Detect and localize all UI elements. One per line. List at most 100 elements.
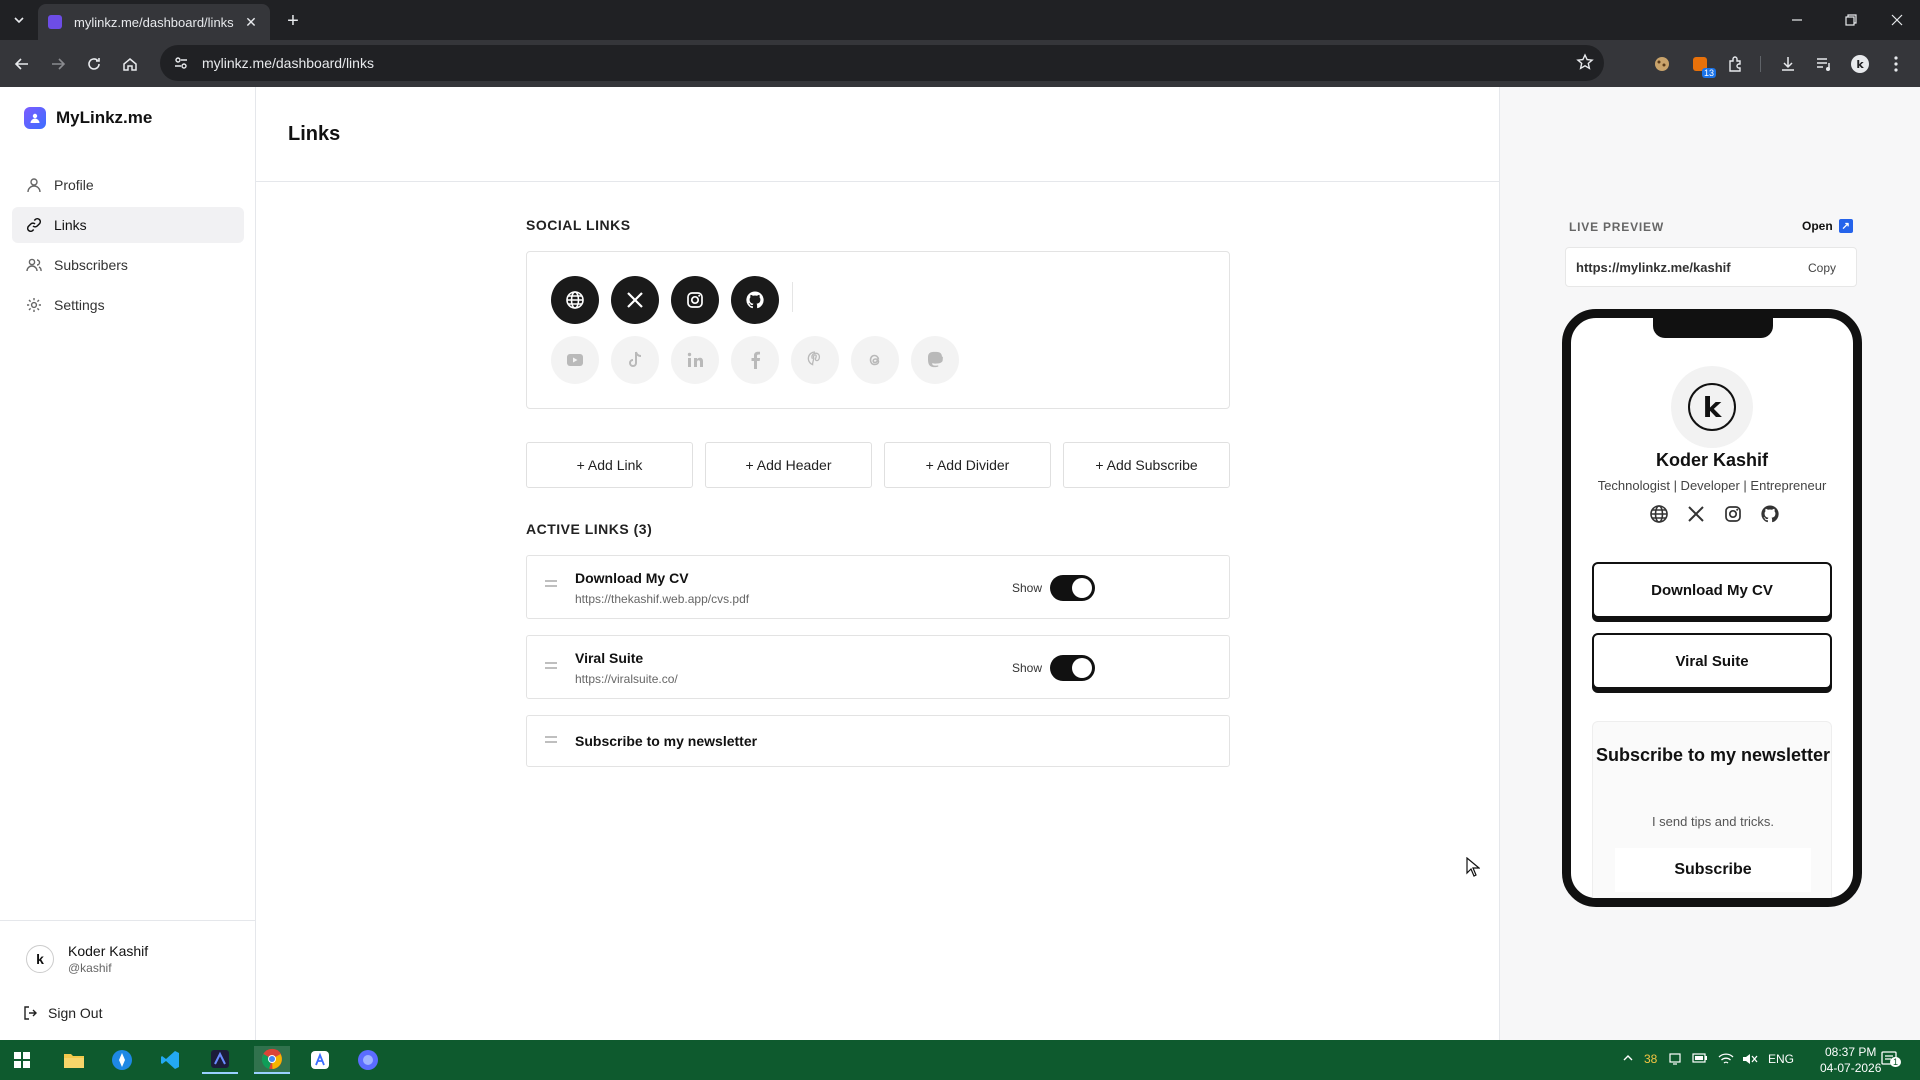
downloads-icon[interactable] (1776, 52, 1800, 76)
app-globe-icon[interactable] (350, 1046, 386, 1074)
file-explorer-icon[interactable] (56, 1046, 92, 1074)
forward-icon[interactable] (44, 50, 72, 78)
preview-url[interactable]: https://mylinkz.me/kashif (1576, 260, 1731, 275)
taskbar-clock[interactable]: 08:37 PM 04-07-2026 (1820, 1044, 1881, 1076)
new-tab-button[interactable]: + (280, 8, 306, 34)
instagram-icon[interactable] (1721, 502, 1745, 526)
brand[interactable]: MyLinkz.me (24, 107, 152, 129)
x-icon[interactable] (611, 276, 659, 324)
mouse-cursor-icon (1466, 857, 1480, 877)
vscode-icon[interactable] (152, 1046, 188, 1074)
profile-avatar-icon[interactable]: k (1848, 52, 1872, 76)
sidebar-item-profile[interactable]: Profile (12, 167, 244, 203)
link-row[interactable]: Download My CV https://thekashif.web.app… (526, 555, 1230, 619)
extensions-puzzle-icon[interactable] (1724, 52, 1748, 76)
drag-handle-icon[interactable] (545, 736, 557, 744)
show-toggle[interactable] (1050, 575, 1095, 601)
preview-link-button[interactable]: Viral Suite (1592, 633, 1832, 689)
user-handle: @kashif (68, 961, 112, 975)
extension-cookie-icon[interactable] (1650, 52, 1674, 76)
copy-button[interactable]: Copy (1808, 261, 1836, 275)
preview-name: Koder Kashif (1655, 450, 1769, 470)
facebook-icon[interactable] (731, 336, 779, 384)
link-icon (26, 217, 42, 233)
app-compass-icon[interactable] (104, 1046, 140, 1074)
site-info-icon[interactable] (166, 55, 196, 71)
users-icon (26, 257, 42, 273)
close-window-button[interactable] (1874, 0, 1920, 40)
tiktok-icon[interactable] (611, 336, 659, 384)
sidebar-item-links[interactable]: Links (12, 207, 244, 243)
social-links-heading: SOCIAL LINKS (526, 217, 631, 233)
back-icon[interactable] (8, 50, 36, 78)
tab-search-button[interactable] (6, 8, 32, 32)
preview-link-button[interactable]: Download My CV (1592, 562, 1832, 618)
address-bar[interactable]: mylinkz.me/dashboard/links (160, 45, 1604, 81)
link-title: Viral Suite (575, 650, 644, 666)
user-info[interactable]: k Koder Kashif @kashif (26, 943, 148, 975)
add-divider-button[interactable]: + Add Divider (884, 442, 1051, 488)
x-icon[interactable] (1684, 502, 1708, 526)
subscribe-button[interactable]: Subscribe (1615, 848, 1811, 892)
sidebar-item-subscribers[interactable]: Subscribers (12, 247, 244, 283)
browser-toolbar: mylinkz.me/dashboard/links 13 k (0, 40, 1920, 87)
wifi-icon[interactable] (1718, 1052, 1734, 1066)
sidebar-item-label: Settings (54, 297, 105, 313)
show-toggle[interactable] (1050, 655, 1095, 681)
threads-icon[interactable] (851, 336, 899, 384)
globe-icon[interactable] (551, 276, 599, 324)
link-row[interactable]: Viral Suite https://viralsuite.co/ Show (526, 635, 1230, 699)
drag-handle-icon[interactable] (545, 580, 557, 588)
github-icon[interactable] (1758, 502, 1782, 526)
reload-icon[interactable] (80, 50, 108, 78)
windows-taskbar: 38 ENG 08:37 PM 04-07-2026 1 (0, 1040, 1920, 1080)
sign-out-label: Sign Out (48, 1005, 103, 1021)
brand-name: MyLinkz.me (56, 108, 153, 127)
add-link-button[interactable]: + Add Link (526, 442, 693, 488)
social-links-card (526, 251, 1230, 409)
tray-device-icon[interactable] (1668, 1052, 1682, 1066)
app-a-icon[interactable] (302, 1046, 338, 1074)
close-tab-icon[interactable]: ✕ (242, 13, 260, 31)
extension-badge-icon[interactable]: 13 (1688, 52, 1716, 78)
add-subscribe-button[interactable]: + Add Subscribe (1063, 442, 1230, 488)
svg-text:k: k (1856, 58, 1864, 71)
github-icon[interactable] (731, 276, 779, 324)
linkedin-icon[interactable] (671, 336, 719, 384)
windows-start-icon[interactable] (4, 1046, 40, 1074)
instagram-icon[interactable] (671, 276, 719, 324)
youtube-icon[interactable] (551, 336, 599, 384)
add-header-button[interactable]: + Add Header (705, 442, 872, 488)
drag-handle-icon[interactable] (545, 662, 557, 670)
browser-tab[interactable]: mylinkz.me/dashboard/links ✕ (38, 4, 270, 40)
globe-icon[interactable] (1647, 502, 1671, 526)
open-label: Open (1802, 219, 1833, 233)
browser-menu-icon[interactable] (1884, 52, 1908, 76)
tray-temperature[interactable]: 38 (1644, 1052, 1657, 1066)
link-row[interactable]: Subscribe to my newsletter (526, 715, 1230, 767)
ide-icon[interactable] (202, 1046, 238, 1074)
url-text[interactable]: mylinkz.me/dashboard/links (202, 55, 374, 71)
home-icon[interactable] (116, 50, 144, 78)
sidebar-item-settings[interactable]: Settings (12, 287, 244, 323)
preview-avatar: k (1671, 366, 1753, 448)
media-control-icon[interactable] (1812, 52, 1836, 76)
volume-muted-icon[interactable] (1742, 1052, 1758, 1066)
preview-bio: Technologist | Developer | Entrepreneur (1597, 478, 1827, 493)
language-indicator[interactable]: ENG (1768, 1052, 1794, 1066)
notifications-icon[interactable]: 1 (1880, 1049, 1902, 1069)
chrome-icon[interactable] (254, 1046, 290, 1074)
minimize-button[interactable] (1774, 0, 1820, 40)
bookmark-star-icon[interactable] (1576, 53, 1594, 71)
open-preview-link[interactable]: Open ↗ (1802, 219, 1853, 233)
mastodon-icon[interactable] (911, 336, 959, 384)
pinterest-icon[interactable] (791, 336, 839, 384)
extension-badge-count: 13 (1701, 68, 1716, 78)
restore-button[interactable] (1828, 0, 1874, 40)
sign-out-button[interactable]: Sign Out (24, 1005, 102, 1021)
subscribe-description: I send tips and tricks. (1651, 814, 1775, 829)
phone-notch (1653, 318, 1773, 338)
sign-out-icon (24, 1006, 38, 1020)
battery-icon[interactable] (1692, 1052, 1708, 1064)
tray-chevron-icon[interactable] (1622, 1052, 1634, 1064)
